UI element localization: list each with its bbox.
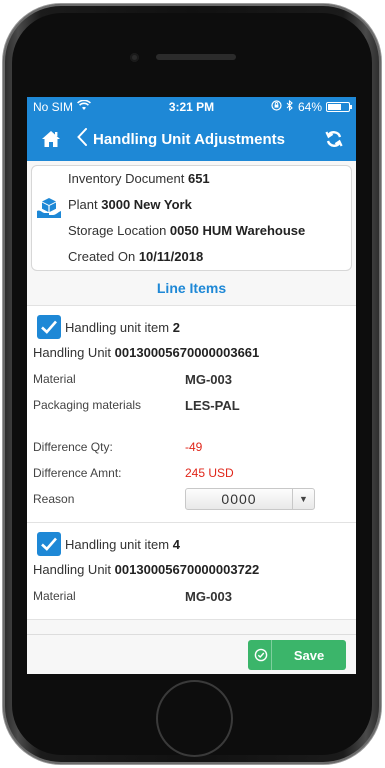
difference-amnt-label: Difference Amnt: bbox=[33, 466, 122, 480]
item-title: Handling unit item 2 bbox=[65, 320, 180, 335]
battery-icon bbox=[326, 102, 352, 112]
bluetooth-icon bbox=[286, 99, 294, 114]
packaging-label: Packaging materials bbox=[33, 398, 142, 412]
handling-unit-value: 00130005670000003661 bbox=[114, 345, 260, 360]
plant: Plant 3000 New York bbox=[68, 198, 351, 224]
packaging-value: LES-PAL bbox=[185, 397, 240, 413]
hardware-home-button[interactable] bbox=[158, 682, 231, 755]
handling-unit-label: Handling Unit bbox=[33, 562, 112, 577]
reason-selected-value: 0000 bbox=[221, 491, 257, 507]
list-item: Handling unit item 2 Handling Unit 00130… bbox=[27, 306, 356, 523]
line-items-list: Handling unit item 2 Handling Unit 00130… bbox=[27, 305, 356, 620]
difference-qty-value: -49 bbox=[185, 440, 203, 454]
difference-amnt-row: Difference Amnt: 245 USD bbox=[33, 460, 350, 486]
footer-toolbar: Save bbox=[27, 634, 356, 674]
created-on: Created On 10/11/2018 bbox=[68, 250, 351, 276]
orientation-lock-icon bbox=[271, 100, 282, 114]
material-row: Material MG-003 bbox=[33, 583, 350, 609]
material-value: MG-003 bbox=[185, 371, 232, 387]
status-bar: No SIM 3:21 PM 64% bbox=[27, 97, 356, 117]
navigation-bar: Handling Unit Adjustments bbox=[27, 117, 356, 161]
home-icon[interactable] bbox=[31, 130, 71, 148]
inventory-header-card: Inventory Document 651 Plant 3000 New Yo… bbox=[31, 165, 352, 271]
item-title: Handling unit item 4 bbox=[65, 537, 180, 552]
reason-select[interactable]: 0000 ▼ bbox=[185, 488, 315, 510]
reason-label: Reason bbox=[33, 492, 75, 506]
back-chevron-icon[interactable] bbox=[77, 127, 87, 151]
difference-amnt-value: 245 USD bbox=[185, 466, 234, 480]
reason-row: Reason 0000 ▼ bbox=[33, 486, 350, 512]
front-camera bbox=[130, 53, 139, 62]
handling-unit-cube-icon bbox=[36, 196, 62, 225]
list-item: Handling unit item 4 Handling Unit 00130… bbox=[27, 523, 356, 620]
inventory-document: Inventory Document 651 bbox=[68, 172, 351, 198]
earpiece-speaker bbox=[156, 54, 236, 60]
plant-value: 3000 New York bbox=[101, 197, 192, 212]
created-on-value: 10/11/2018 bbox=[138, 249, 204, 264]
inventory-document-label: Inventory Document bbox=[68, 171, 185, 186]
material-row: Material MG-003 bbox=[33, 366, 350, 392]
storage-location-value: 0050 HUM Warehouse bbox=[169, 223, 306, 238]
battery-percent: 64% bbox=[297, 100, 322, 114]
chevron-down-icon[interactable]: ▼ bbox=[292, 489, 314, 509]
handling-unit: Handling Unit 00130005670000003722 bbox=[33, 557, 350, 583]
material-label: Material bbox=[33, 589, 76, 603]
item-number: 4 bbox=[172, 536, 180, 552]
plant-label: Plant bbox=[68, 197, 98, 212]
save-button-label: Save bbox=[293, 647, 325, 663]
storage-location: Storage Location 0050 HUM Warehouse bbox=[68, 224, 351, 250]
refresh-icon[interactable] bbox=[324, 129, 344, 154]
difference-qty-row: Difference Qty: -49 bbox=[33, 434, 350, 460]
item-number: 2 bbox=[172, 319, 180, 335]
storage-location-label: Storage Location bbox=[68, 223, 167, 238]
item-title-label: Handling unit item bbox=[65, 319, 170, 335]
item-checkbox[interactable] bbox=[37, 532, 61, 556]
material-label: Material bbox=[33, 372, 76, 386]
item-title-label: Handling unit item bbox=[65, 536, 170, 552]
created-on-label: Created On bbox=[68, 249, 136, 264]
save-button[interactable]: Save bbox=[248, 640, 346, 670]
item-checkbox[interactable] bbox=[37, 315, 61, 339]
handling-unit-label: Handling Unit bbox=[33, 345, 112, 360]
line-items-title: Line Items bbox=[156, 280, 227, 296]
handling-unit: Handling Unit 00130005670000003661 bbox=[33, 340, 350, 366]
packaging-row: Packaging materials LES-PAL bbox=[33, 392, 350, 418]
inventory-document-value: 651 bbox=[187, 171, 210, 186]
app-screen: No SIM 3:21 PM 64% Handling Unit Adjustm… bbox=[27, 97, 356, 674]
difference-qty-label: Difference Qty: bbox=[33, 440, 113, 454]
check-circle-icon bbox=[250, 640, 272, 670]
handling-unit-value: 00130005670000003722 bbox=[114, 562, 260, 577]
material-value: MG-003 bbox=[185, 588, 232, 604]
page-title: Handling Unit Adjustments bbox=[93, 130, 285, 148]
